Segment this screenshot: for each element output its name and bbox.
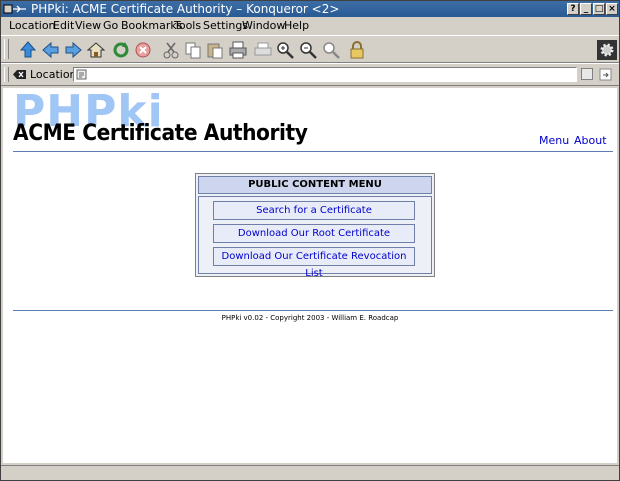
print-icon[interactable] (228, 40, 248, 60)
menu-title: PUBLIC CONTENT MENU (198, 176, 432, 194)
main-toolbar (1, 35, 619, 63)
menu-help[interactable]: Help (284, 17, 309, 34)
help-button[interactable]: ? (567, 3, 579, 15)
menu-view[interactable]: View (75, 17, 101, 34)
forward-arrow-icon[interactable] (63, 40, 83, 60)
location-dropdown-button[interactable] (581, 68, 593, 80)
menu-items-panel: Search for a Certificate Download Our Ro… (198, 196, 432, 279)
location-toolbar: Location (1, 63, 619, 86)
browser-window: PHPki: ACME Certificate Authority – Konq… (0, 0, 620, 481)
reload-icon[interactable] (111, 40, 131, 60)
paste-icon[interactable] (205, 40, 225, 60)
search-certificate-button[interactable]: Search for a Certificate (213, 201, 415, 220)
public-content-menu: PUBLIC CONTENT MENU Search for a Certifi… (195, 173, 435, 279)
location-input[interactable] (73, 67, 577, 82)
download-root-certificate-button[interactable]: Download Our Root Certificate (213, 224, 415, 243)
zoom-in-icon[interactable] (275, 40, 295, 60)
back-arrow-icon[interactable] (41, 40, 61, 60)
zoom-icon[interactable] (321, 40, 341, 60)
status-bar (1, 465, 619, 480)
download-crl-button[interactable]: Download Our Certificate Revocation List (213, 247, 415, 279)
copy-icon[interactable] (183, 40, 203, 60)
page-content: PHPki ACME Certificate Authority Menu Ab… (3, 88, 617, 463)
minimize-button[interactable]: _ (580, 3, 592, 15)
window-title: PHPki: ACME Certificate Authority – Konq… (31, 2, 340, 16)
zoom-out-icon[interactable] (298, 40, 318, 60)
menu-bar: Location Edit View Go Bookmarks Tools Se… (1, 17, 619, 34)
maximize-button[interactable]: □ (593, 3, 605, 15)
print-frame-icon[interactable] (253, 40, 273, 60)
lock-icon (350, 41, 364, 59)
location-grip[interactable] (4, 67, 9, 82)
header-divider (13, 151, 613, 152)
window-menu-icon[interactable] (3, 3, 27, 15)
stop-icon[interactable] (133, 40, 153, 60)
nav-menu-link[interactable]: Menu (539, 134, 569, 147)
menu-window[interactable]: Window (242, 17, 285, 34)
page-icon (76, 69, 87, 80)
menu-edit[interactable]: Edit (53, 17, 74, 34)
title-bar[interactable]: PHPki: ACME Certificate Authority – Konq… (1, 1, 619, 17)
close-button[interactable]: × (606, 3, 618, 15)
menu-go[interactable]: Go (103, 17, 118, 34)
konqueror-gear-icon[interactable] (597, 40, 617, 60)
clear-location-icon[interactable] (13, 69, 26, 80)
menu-tools[interactable]: Tools (174, 17, 201, 34)
go-icon[interactable] (599, 68, 612, 81)
footer-copyright: PHPki v0.02 - Copyright 2003 - William E… (221, 314, 399, 322)
nav-about-link[interactable]: About (574, 134, 607, 147)
page-title: ACME Certificate Authority (13, 121, 308, 146)
home-icon[interactable] (86, 40, 106, 60)
toolbar-grip[interactable] (4, 39, 9, 59)
menu-location[interactable]: Location (9, 17, 56, 34)
cut-icon[interactable] (161, 40, 181, 60)
up-arrow-icon[interactable] (18, 40, 38, 60)
footer-divider (13, 310, 613, 311)
location-label: Location (30, 68, 77, 81)
